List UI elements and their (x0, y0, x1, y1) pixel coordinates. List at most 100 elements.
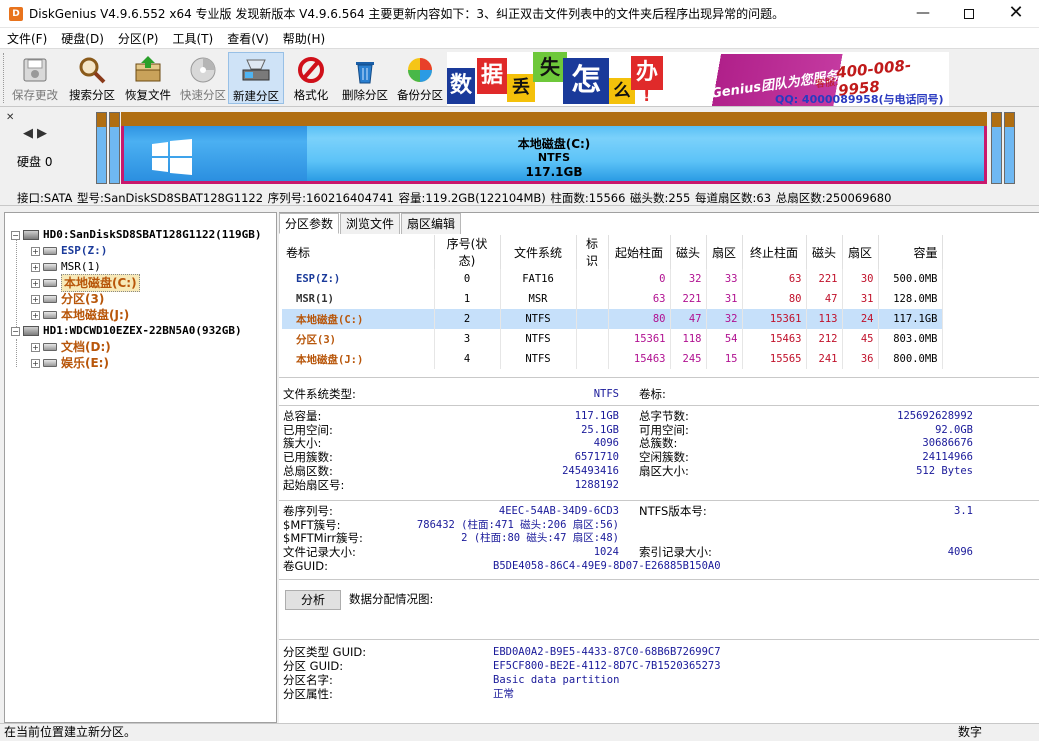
cell-fs: FAT16 (500, 269, 577, 289)
info-label: 起始扇区号: (283, 477, 345, 492)
minimize-button[interactable]: — (900, 0, 946, 28)
info-value: 92.0GB (935, 423, 973, 436)
info-value: 3.1 (954, 505, 973, 517)
info-value: 512 Bytes (916, 464, 973, 477)
info-label: 总容量: (283, 409, 322, 423)
next-disk-arrow-icon[interactable]: ▶ (37, 126, 47, 141)
menu-help[interactable]: 帮助(H) (276, 30, 332, 47)
cell-es: 31 (842, 289, 879, 309)
search-partition-button[interactable]: 搜索分区 (64, 52, 120, 104)
menu-disk[interactable]: 硬盘(D) (54, 30, 111, 47)
info-label: 索引记录大小: (639, 545, 712, 560)
guid-label: 分区属性: (283, 687, 333, 701)
cell-id (576, 309, 609, 329)
tab-sector-edit[interactable]: 扇区编辑 (401, 213, 462, 234)
menu-view[interactable]: 查看(V) (220, 30, 276, 47)
quick-partition-icon (188, 55, 218, 85)
info-value: 1288192 (574, 478, 619, 491)
info-label: 簇大小: (283, 436, 322, 451)
tree-disk-hd0[interactable]: − HD0:SanDiskSD8SBAT128G1122(119GB) (11, 227, 262, 243)
info-label: 总字节数: (639, 409, 689, 423)
format-icon (296, 55, 326, 85)
info-value: 24114966 (922, 451, 973, 464)
table-row[interactable]: MSR(1) 1 MSR 63 221 31 80 47 31 128.0MB (282, 289, 943, 309)
info-label: 总簇数: (639, 436, 678, 451)
cell-size: 117.1GB (878, 309, 943, 329)
tree-disk-hd1[interactable]: − HD1:WDCWD10EZEX-22BN5A0(932GB) (11, 323, 242, 339)
info-label: 扇区大小: (639, 463, 689, 478)
disk-info-line: 接口:SATA 型号:SanDiskSD8SBAT128G1122 序列号:16… (17, 191, 892, 205)
info-value: 4EEC-54AB-34D9-6CD3 (498, 505, 619, 517)
new-partition-button[interactable]: 新建分区 (228, 52, 284, 104)
tree-item-d[interactable]: + 文档(D:) (31, 339, 111, 355)
prev-disk-arrow-icon[interactable]: ◀ (23, 126, 33, 141)
cell-ss: 33 (706, 269, 743, 289)
partition-esp-block[interactable] (96, 112, 107, 184)
close-button[interactable]: ✕ (993, 0, 1039, 28)
partition-name-cell: ESP(Z:) (282, 269, 435, 289)
info-label: 已用空间: (283, 422, 333, 437)
partition-c-block[interactable]: 本地磁盘(C:) NTFS 117.1GB (121, 112, 987, 184)
status-text: 在当前位置建立新分区。 (4, 725, 137, 739)
table-row[interactable]: 分区(3) 3 NTFS 15361 118 54 15463 212 45 803.0MB (282, 329, 943, 349)
partition-icon (43, 343, 57, 351)
partition-icon (43, 279, 57, 287)
save-changes-button[interactable]: 保存更改 (7, 52, 63, 104)
cell-eh: 113 (806, 309, 843, 329)
cell-es: 30 (842, 269, 879, 289)
info-value: 786432 (柱面:471 磁头:206 扇区:56) (416, 518, 619, 531)
tree-item-c[interactable]: + 本地磁盘(C:) (31, 274, 140, 292)
tree-item-esp[interactable]: + ESP(Z:) (31, 243, 107, 259)
menu-file[interactable]: 文件(F) (0, 30, 54, 47)
title-bar: D DiskGenius V4.9.6.552 x64 专业版 发现新版本 V4… (0, 0, 1039, 28)
tree-item-j[interactable]: + 本地磁盘(J:) (31, 307, 129, 323)
delete-partition-icon (350, 55, 380, 85)
allocation-map-label: 数据分配情况图: (349, 592, 434, 606)
cell-es: 45 (842, 329, 879, 349)
maximize-button[interactable] (946, 0, 992, 28)
table-row[interactable]: ESP(Z:) 0 FAT16 0 32 33 63 221 30 500.0MB (282, 269, 943, 289)
info-value: B5DE4058-86C4-49E9-8D07-E26885B150A0 (493, 559, 721, 572)
guid-value: EBD0A0A2-B9E5-4433-87C0-68B6B72699C7 (493, 646, 721, 658)
partition-3-block[interactable] (991, 112, 1002, 184)
cell-sc: 15361 (608, 329, 671, 349)
tree-item-msr[interactable]: + MSR(1) (31, 259, 101, 275)
backup-partition-button[interactable]: 备份分区 (392, 52, 448, 104)
details-panel: 分区参数 浏览文件 扇区编辑 卷标 序号(状态) 文件系统 标识 起始柱面 磁头… (279, 212, 1039, 723)
recover-files-button[interactable]: 恢复文件 (120, 52, 176, 104)
tree-item-partition3[interactable]: + 分区(3) (31, 291, 104, 307)
cell-es: 36 (842, 349, 879, 369)
cell-num: 1 (434, 289, 501, 309)
partition-c-fs: NTFS (537, 151, 571, 164)
table-row[interactable]: 本地磁盘(J:) 4 NTFS 15463 245 15 15565 241 36 800.0MB (282, 349, 943, 369)
cell-size: 803.0MB (878, 329, 943, 349)
cell-id (576, 329, 609, 349)
cell-eh: 212 (806, 329, 843, 349)
partition-name-cell: 本地磁盘(J:) (282, 349, 435, 369)
menu-bar: 文件(F) 硬盘(D) 分区(P) 工具(T) 查看(V) 帮助(H) (0, 28, 1039, 49)
close-panel-icon[interactable]: ✕ (6, 112, 14, 123)
cell-num: 2 (434, 309, 501, 329)
cell-fs: NTFS (500, 309, 577, 329)
delete-partition-button[interactable]: 删除分区 (337, 52, 393, 104)
cell-sh: 221 (670, 289, 707, 309)
tab-partition-params[interactable]: 分区参数 (279, 213, 340, 234)
guid-value: 正常 (493, 688, 514, 700)
tab-browse-files[interactable]: 浏览文件 (340, 213, 401, 234)
cell-size: 500.0MB (878, 269, 943, 289)
info-label: $MFT簇号: (283, 517, 341, 532)
partition-name-cell: 分区(3) (282, 329, 435, 349)
cell-ss: 54 (706, 329, 743, 349)
menu-tools[interactable]: 工具(T) (166, 30, 221, 47)
menu-partition[interactable]: 分区(P) (111, 30, 166, 47)
guid-label: 分区类型 GUID: (283, 645, 367, 659)
cell-sc: 80 (608, 309, 671, 329)
partition-msr-block[interactable] (109, 112, 120, 184)
analyze-button[interactable]: 分析 (285, 590, 341, 610)
guid-label: 分区 GUID: (283, 659, 344, 673)
promo-banner[interactable]: 数 据 丢 失 怎 么 办 ! DiskGenius团队为您服务 客服: 400… (447, 52, 949, 106)
cell-sh: 32 (670, 269, 707, 289)
partition-j-block[interactable] (1004, 112, 1015, 184)
tree-item-e[interactable]: + 娱乐(E:) (31, 355, 109, 371)
table-row[interactable]: 本地磁盘(C:) 2 NTFS 80 47 32 15361 113 24 117.1GB (282, 309, 943, 329)
